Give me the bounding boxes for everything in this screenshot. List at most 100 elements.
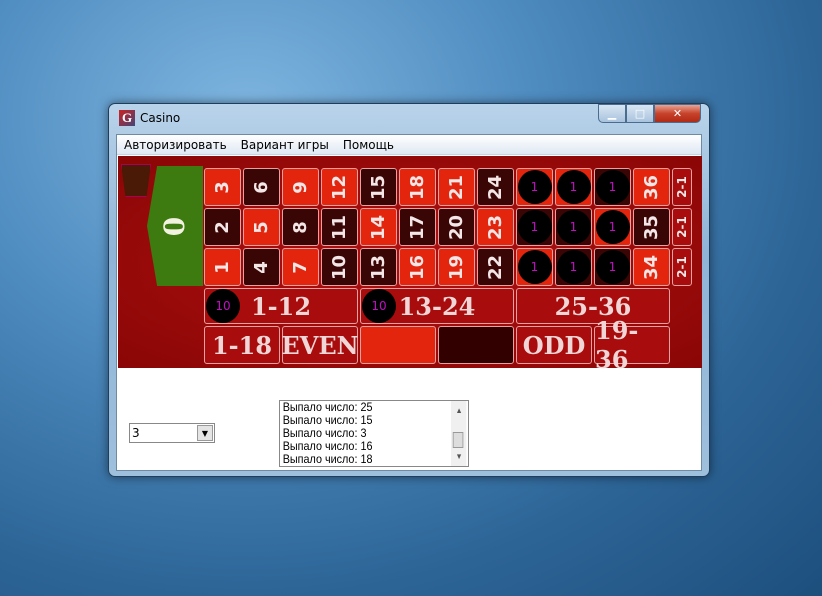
bet-number-12[interactable]: 12 bbox=[321, 168, 358, 206]
bet-outside-4-label: ODD bbox=[522, 330, 586, 360]
bet-number-5[interactable]: 5 bbox=[243, 208, 280, 246]
scrollbar[interactable]: ▲ ▼ bbox=[451, 401, 467, 466]
bet-column-1[interactable]: 2-1 bbox=[672, 248, 692, 286]
chip-label: 10 bbox=[371, 299, 387, 313]
bet-number-24-label: 24 bbox=[485, 174, 506, 200]
bet-outside-0[interactable]: 1-18 bbox=[204, 326, 280, 364]
bet-column-3-label: 2-1 bbox=[675, 176, 689, 198]
bet-outside-5-label: 19-36 bbox=[595, 316, 639, 374]
bet-number-35-label: 35 bbox=[641, 214, 662, 240]
bet-dozen-1-label: 1-12 bbox=[250, 291, 312, 321]
chip: 1 bbox=[595, 210, 630, 244]
chip-label: 1 bbox=[569, 220, 578, 234]
bet-number-6[interactable]: 6 bbox=[243, 168, 280, 206]
bet-number-3-label: 3 bbox=[212, 180, 233, 194]
bet-number-13[interactable]: 13 bbox=[360, 248, 397, 286]
bet-number-35[interactable]: 35 bbox=[633, 208, 670, 246]
chip-label: 1 bbox=[530, 180, 539, 194]
list-item: Выпало число: 18 bbox=[282, 452, 373, 466]
bet-number-7[interactable]: 7 bbox=[282, 248, 319, 286]
bet-number-4[interactable]: 4 bbox=[243, 248, 280, 286]
minimize-button[interactable]: ▁ bbox=[598, 104, 626, 123]
casino-window: G Casino ▁ □ ✕ Авторизировать Вариант иг… bbox=[108, 103, 710, 477]
close-button[interactable]: ✕ bbox=[654, 104, 701, 123]
bet-column-2-label: 2-1 bbox=[675, 216, 689, 238]
bet-number-9[interactable]: 9 bbox=[282, 168, 319, 206]
bet-number-3[interactable]: 3 bbox=[204, 168, 241, 206]
bet-number-18[interactable]: 18 bbox=[399, 168, 436, 206]
maximize-button[interactable]: □ bbox=[626, 104, 654, 123]
bet-outside-1-label: EVEN bbox=[281, 330, 359, 360]
chip: 1 bbox=[517, 170, 552, 204]
dropdown-arrow-icon[interactable]: ▼ bbox=[197, 425, 213, 441]
bet-outside-2[interactable] bbox=[360, 326, 436, 364]
scroll-up-icon[interactable]: ▲ bbox=[456, 404, 463, 417]
bet-number-11[interactable]: 11 bbox=[321, 208, 358, 246]
combo-value: 3 bbox=[132, 426, 140, 440]
bet-number-8[interactable]: 8 bbox=[282, 208, 319, 246]
bet-number-11-label: 11 bbox=[329, 214, 350, 240]
chip: 1 bbox=[595, 250, 630, 284]
bet-number-20[interactable]: 20 bbox=[438, 208, 475, 246]
bet-number-14[interactable]: 14 bbox=[360, 208, 397, 246]
bet-number-14-label: 14 bbox=[368, 214, 389, 240]
chip: 1 bbox=[517, 210, 552, 244]
chip: 1 bbox=[556, 170, 591, 204]
menu-bar: Авторизировать Вариант игры Помощь bbox=[117, 135, 701, 155]
bet-number-24[interactable]: 24 bbox=[477, 168, 514, 206]
bet-number-19[interactable]: 19 bbox=[438, 248, 475, 286]
menu-authorize[interactable]: Авторизировать bbox=[117, 138, 234, 152]
bet-number-19-label: 19 bbox=[446, 254, 467, 280]
bet-number-20-label: 20 bbox=[446, 214, 467, 240]
chip-label: 1 bbox=[569, 180, 578, 194]
bet-number-12-label: 12 bbox=[329, 174, 350, 200]
bet-outside-5[interactable]: 19-36 bbox=[594, 316, 670, 374]
bet-number-36-label: 36 bbox=[641, 174, 662, 200]
scroll-down-icon[interactable]: ▼ bbox=[456, 450, 463, 463]
bet-zero[interactable]: 0 bbox=[147, 166, 203, 286]
bet-number-1[interactable]: 1 bbox=[204, 248, 241, 286]
bet-number-2[interactable]: 2 bbox=[204, 208, 241, 246]
chip: 10 bbox=[206, 289, 240, 323]
bet-number-17-label: 17 bbox=[407, 214, 428, 240]
chip: 1 bbox=[517, 250, 552, 284]
bet-number-16[interactable]: 16 bbox=[399, 248, 436, 286]
bet-number-10[interactable]: 10 bbox=[321, 248, 358, 286]
chip-label: 1 bbox=[530, 260, 539, 274]
bet-number-2-label: 2 bbox=[212, 220, 233, 234]
bet-number-23[interactable]: 23 bbox=[477, 208, 514, 246]
chip-label: 10 bbox=[215, 299, 231, 313]
bet-number-15[interactable]: 15 bbox=[360, 168, 397, 206]
bet-number-13-label: 13 bbox=[368, 254, 389, 280]
bet-number-15-label: 15 bbox=[368, 174, 389, 200]
chip: 10 bbox=[362, 289, 396, 323]
bet-number-17[interactable]: 17 bbox=[399, 208, 436, 246]
bet-number-21[interactable]: 21 bbox=[438, 168, 475, 206]
scroll-thumb[interactable] bbox=[452, 432, 464, 448]
bet-number-36[interactable]: 36 bbox=[633, 168, 670, 206]
window-title: Casino bbox=[140, 111, 181, 125]
bet-column-3[interactable]: 2-1 bbox=[672, 168, 692, 206]
bet-number-22-label: 22 bbox=[485, 254, 506, 280]
menu-game-variant[interactable]: Вариант игры bbox=[234, 138, 336, 152]
chip: 1 bbox=[556, 210, 591, 244]
bet-number-22[interactable]: 22 bbox=[477, 248, 514, 286]
bet-number-4-label: 4 bbox=[251, 260, 272, 274]
bet-outside-4[interactable]: ODD bbox=[516, 326, 592, 364]
bet-number-34[interactable]: 34 bbox=[633, 248, 670, 286]
bet-number-6-label: 6 bbox=[251, 180, 272, 194]
chip-tray bbox=[121, 164, 151, 197]
bet-column-2[interactable]: 2-1 bbox=[672, 208, 692, 246]
bet-amount-combo[interactable]: 3 ▼ bbox=[129, 423, 215, 443]
menu-help[interactable]: Помощь bbox=[336, 138, 401, 152]
bet-outside-3[interactable] bbox=[438, 326, 514, 364]
chip-label: 1 bbox=[608, 180, 617, 194]
results-list[interactable]: Выпало число: 25 Выпало число: 15 Выпало… bbox=[279, 400, 469, 467]
bet-number-23-label: 23 bbox=[485, 214, 506, 240]
chip-label: 1 bbox=[530, 220, 539, 234]
bet-number-10-label: 10 bbox=[329, 254, 350, 280]
chip-label: 1 bbox=[608, 220, 617, 234]
roulette-table: 0 36912151821242730333625811141720232629… bbox=[118, 156, 702, 374]
bet-outside-1[interactable]: EVEN bbox=[281, 326, 359, 364]
chip: 1 bbox=[556, 250, 591, 284]
